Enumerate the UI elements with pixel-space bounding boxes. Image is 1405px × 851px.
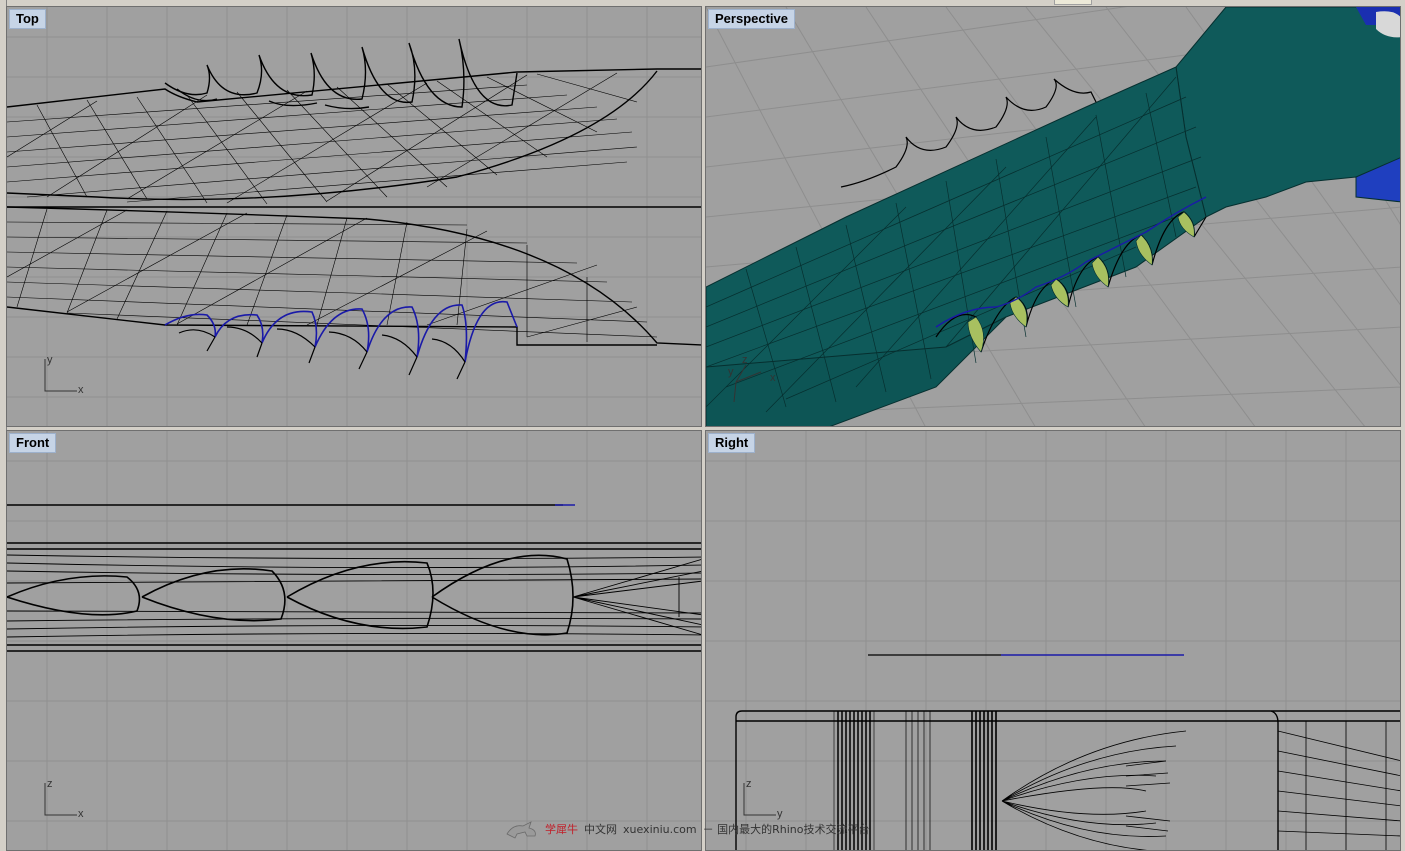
axis-y-label-perspective: y [728,366,734,378]
viewport-top[interactable]: y x Top [6,6,702,427]
blade-upper-mesh [7,72,638,205]
axis-z-label: z [746,778,752,790]
viewport-perspective[interactable]: y x z Perspective [705,6,1401,427]
axis-z-label: z [47,778,53,790]
serration-lower-selected [164,300,518,363]
grid [7,431,701,850]
front-outline [7,504,701,652]
watermark: 学犀牛 中文网 xuexiniu.com － 国内最大的Rhino技术交流平台 [505,818,870,840]
watermark-tagline: － 国内最大的Rhino技术交流平台 [702,823,870,836]
axis-x-label: x [78,384,84,396]
perspective-view-canvas[interactable]: y x z [706,7,1401,427]
blade-lower-mesh [7,208,658,342]
viewport-front[interactable]: z x Front [6,430,702,851]
top-view-canvas[interactable]: y x [7,7,702,427]
watermark-brand: 学犀牛 [545,823,578,836]
viewport-label-front[interactable]: Front [9,433,57,453]
blade-lower [7,206,701,346]
guard-solid [1175,7,1400,218]
axis-z-label-perspective: z [742,354,748,366]
grid [706,431,1400,850]
rhino-logo-icon [506,821,536,839]
viewport-label-top[interactable]: Top [9,9,46,29]
axis-x-label: x [78,808,84,820]
right-view-canvas[interactable]: z y [706,431,1401,851]
watermark-site-name: 中文网 [584,823,617,836]
serration-lower-teeth [178,326,466,380]
axis-x-label-perspective: x [770,372,776,384]
watermark-url: xuexiniu.com [623,822,697,836]
viewport-label-right[interactable]: Right [708,433,756,453]
toolbar-tab[interactable] [1054,0,1092,5]
axis-y-label: y [47,354,53,366]
blade-upper [7,68,701,208]
viewport-label-perspective[interactable]: Perspective [708,9,795,29]
front-view-canvas[interactable]: z x [7,431,702,851]
viewport-right[interactable]: z y Right [705,430,1401,851]
right-fan-lines [1001,721,1400,850]
